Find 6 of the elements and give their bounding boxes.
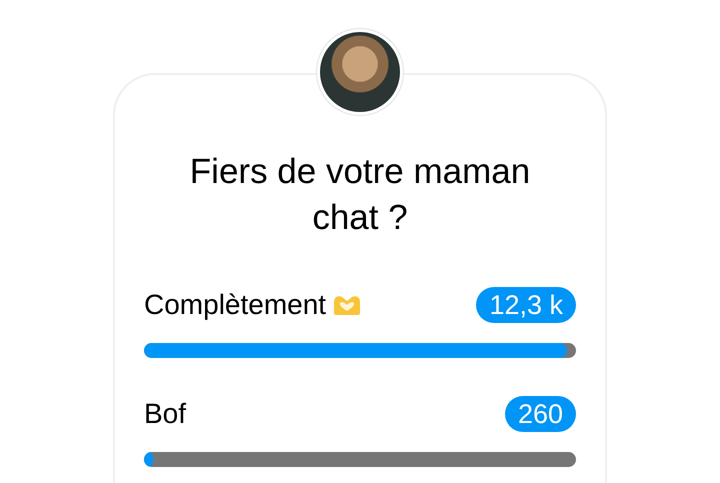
vote-count-badge: 260 — [504, 396, 576, 432]
vote-count-badge: 12,3 k — [476, 287, 576, 323]
heart-hands-icon — [332, 294, 362, 316]
option-label: Bof — [144, 398, 186, 430]
option-label: Complètement — [144, 289, 326, 321]
poll-question: Fiers de votre maman chat ? — [188, 151, 532, 239]
